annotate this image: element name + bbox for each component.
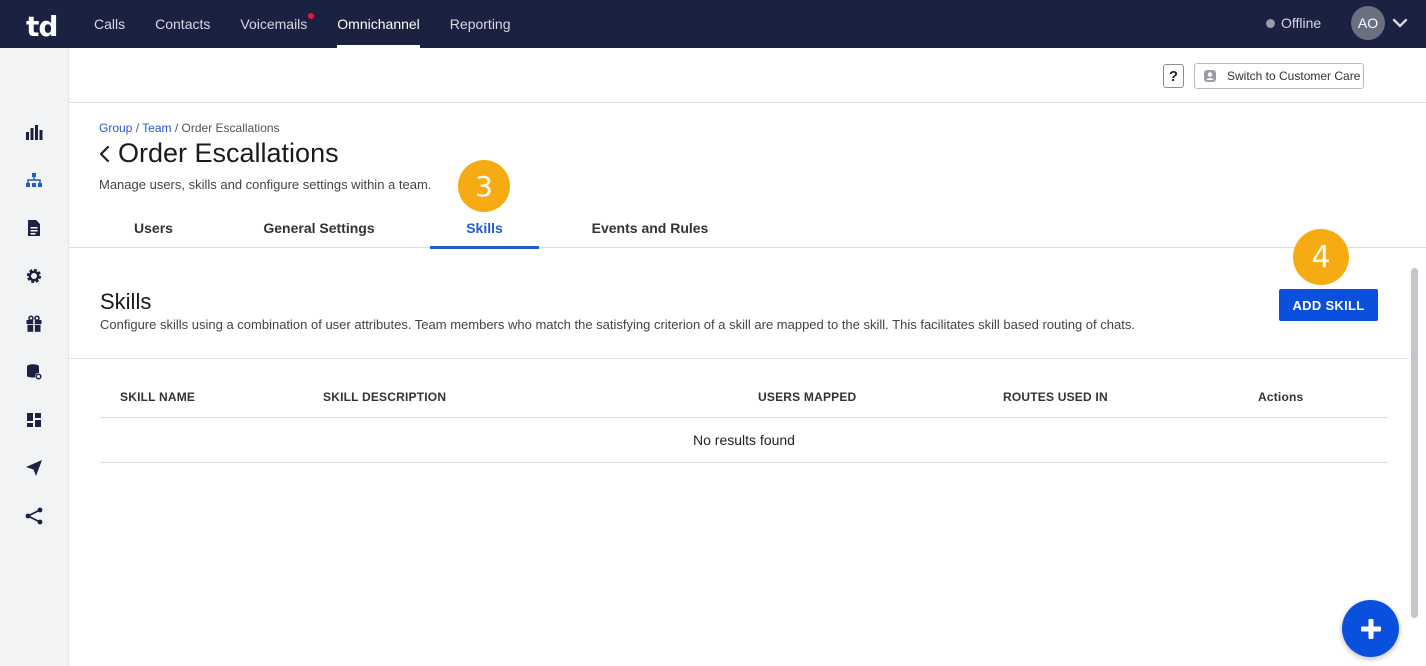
sub-header: ? Switch to Customer Care [69,48,1426,103]
notification-dot [308,13,315,19]
nav-item-contacts[interactable]: Contacts [140,0,225,48]
switch-label: Switch to Customer Care [1227,69,1361,83]
dashboard-icon[interactable] [22,408,46,432]
nav-item-label: Calls [94,16,126,32]
breadcrumb-separator: / [171,121,182,135]
column-header-users-mapped[interactable]: USERS MAPPED [758,390,856,404]
send-icon[interactable] [22,456,46,480]
column-header-routes-used-in[interactable]: ROUTES USED IN [1003,390,1108,404]
section-title: Skills [100,289,152,314]
status-dot [1266,18,1275,28]
org-chart-icon[interactable] [22,168,46,192]
database-settings-icon[interactable] [22,360,46,384]
sidebar [0,48,69,666]
table-header: SKILL NAME SKILL DESCRIPTION USERS MAPPE… [100,378,1388,418]
nav-item-voicemails[interactable]: Voicemails [225,0,322,48]
gift-icon[interactable] [22,312,46,336]
bar-chart-icon[interactable] [22,120,46,144]
nav-item-label: Omnichannel [337,16,420,32]
tab-bar: Users General Settings Skills Events and… [69,208,1426,249]
nav-items: Calls Contacts Voicemails Omnichannel Re… [79,0,526,48]
page-subtitle: Manage users, skills and configure setti… [99,177,432,192]
add-skill-button[interactable]: ADD SKILL [1279,289,1378,321]
scrollbar[interactable] [1409,268,1420,620]
step-badge-4: 4 [1293,229,1349,285]
top-nav: td Calls Contacts Voicemails Omnichannel… [0,0,1426,48]
user-shield-icon [1204,70,1216,82]
back-chevron-icon[interactable] [98,145,112,163]
column-header-skill-name[interactable]: SKILL NAME [120,390,195,404]
nav-item-calls[interactable]: Calls [79,0,140,48]
section-description: Configure skills using a combination of … [100,317,1135,332]
app-logo[interactable]: td [26,10,58,43]
switch-to-customer-care-button[interactable]: Switch to Customer Care [1194,63,1364,89]
nav-item-label: Contacts [155,16,211,32]
skills-table: SKILL NAME SKILL DESCRIPTION USERS MAPPE… [100,378,1388,463]
chevron-down-icon[interactable] [1391,14,1409,32]
presence-status[interactable]: Offline [1266,15,1321,31]
tab-skills[interactable]: Skills [430,208,539,249]
nav-item-label: Voicemails [240,16,308,32]
breadcrumb-group-link[interactable]: Group [99,121,132,135]
section-divider [69,358,1409,359]
empty-state-row: No results found [100,418,1388,463]
page-title: Order Escallations [118,138,339,168]
document-icon[interactable] [22,216,46,240]
scrollbar-thumb[interactable] [1411,268,1418,618]
floating-add-button[interactable] [1342,600,1399,657]
status-label: Offline [1281,15,1322,31]
column-header-actions: Actions [1258,390,1304,404]
plus-icon [1360,618,1381,639]
nav-item-label: Reporting [449,16,511,32]
nav-item-omnichannel[interactable]: Omnichannel [322,0,435,48]
tab-events-and-rules[interactable]: Events and Rules [580,208,720,248]
nav-item-reporting[interactable]: Reporting [435,0,526,48]
gear-icon[interactable] [22,264,46,288]
breadcrumb-team-link[interactable]: Team [142,121,171,135]
tab-general-settings[interactable]: General Settings [252,208,386,248]
help-button[interactable]: ? [1163,64,1184,88]
breadcrumb: Group / Team / Order Escallations [99,121,280,135]
tab-users[interactable]: Users [100,208,207,248]
share-icon[interactable] [22,504,46,528]
breadcrumb-current: Order Escallations [181,121,280,135]
column-header-skill-description[interactable]: SKILL DESCRIPTION [323,390,446,404]
avatar[interactable]: AO [1351,6,1385,40]
breadcrumb-separator: / [132,121,143,135]
step-badge-3: 3 [458,160,510,212]
